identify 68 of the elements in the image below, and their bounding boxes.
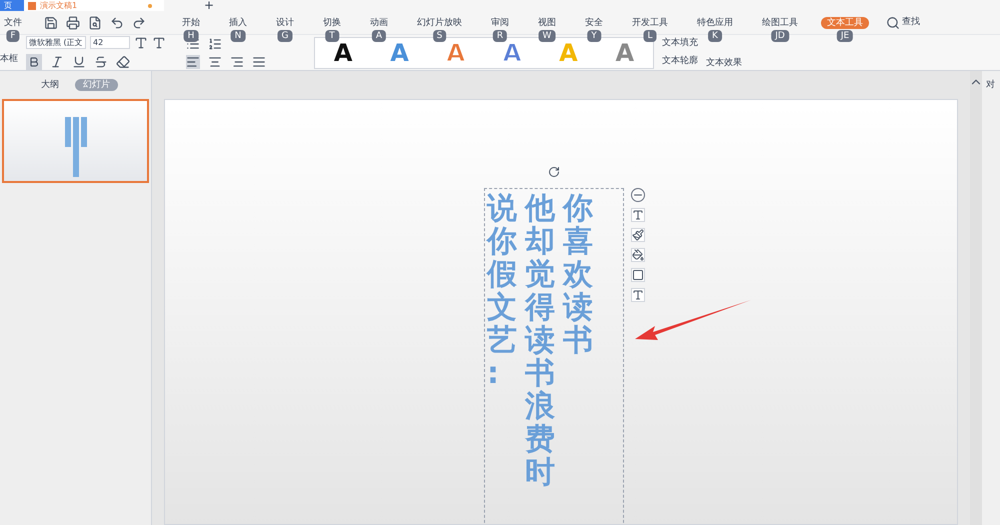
print-icon[interactable] <box>66 16 80 30</box>
ribbon-tab[interactable]: 插入 <box>223 16 253 28</box>
redo-icon[interactable] <box>132 16 146 30</box>
ribbon-tab[interactable]: 审阅 <box>485 16 515 28</box>
pen-icon[interactable] <box>631 228 645 242</box>
file-menu[interactable]: 文件 <box>4 16 22 28</box>
font-field[interactable]: 微软雅黑 (正文 <box>26 36 86 49</box>
ribbon-tab[interactable]: 绘图工具 <box>756 16 804 28</box>
collapse-icon[interactable] <box>631 188 645 202</box>
align-center-icon[interactable] <box>208 54 222 68</box>
vertical-text: 你喜欢读书 <box>563 192 593 360</box>
align-left-icon[interactable] <box>186 54 200 68</box>
panel-label: 对 <box>986 80 995 90</box>
underline-icon[interactable] <box>72 54 86 68</box>
key-tip: W <box>538 30 556 42</box>
key-tip: H <box>184 30 198 42</box>
vertical-text: 说你假文艺: <box>487 192 517 393</box>
key-tip: L <box>644 30 656 42</box>
ribbon-tab[interactable]: 动画 <box>364 16 394 28</box>
key-tip: A <box>372 30 386 42</box>
new-tab-button[interactable]: + <box>204 0 214 11</box>
justify-icon[interactable] <box>252 54 266 68</box>
tab-label: 演示文稿1 <box>40 2 78 10</box>
key-tip: K <box>708 30 722 42</box>
key-tip: R <box>492 30 508 42</box>
fill-icon[interactable] <box>631 248 645 262</box>
numbered-list-icon[interactable] <box>208 36 222 50</box>
key-tip: G <box>278 30 292 42</box>
italic-icon[interactable] <box>50 54 64 68</box>
ribbon-tab[interactable]: 切换 <box>317 16 347 28</box>
key-tip: F <box>6 30 20 42</box>
size-field[interactable]: 42 <box>90 36 130 49</box>
rotate-handle-icon[interactable] <box>548 166 560 178</box>
key-tip: N <box>230 30 246 42</box>
key-tip: JE <box>836 30 854 42</box>
ribbon-tab[interactable]: 开发工具 <box>626 16 674 28</box>
align-right-icon[interactable] <box>230 54 244 68</box>
search-icon[interactable] <box>886 16 900 30</box>
frame-icon[interactable] <box>631 268 645 282</box>
key-tip: T <box>325 30 339 42</box>
panel-tab[interactable]: 大纲 <box>33 79 67 91</box>
key-tip: JD <box>771 30 789 42</box>
save-icon[interactable] <box>44 16 58 30</box>
bold-button[interactable] <box>26 54 42 70</box>
eraser-icon[interactable] <box>116 54 130 68</box>
ribbon-tab[interactable]: 设计 <box>270 16 300 28</box>
ribbon-tab[interactable]: 安全 <box>579 16 609 28</box>
ribbon-tab[interactable]: 幻灯片放映 <box>411 16 468 28</box>
ribbon-tab[interactable]: 特色应用 <box>691 16 739 28</box>
selected-textbox[interactable] <box>484 188 624 524</box>
tab-label: 页 <box>4 2 12 10</box>
document-tab[interactable]: 页 <box>0 0 24 11</box>
preview-icon[interactable] <box>88 16 102 30</box>
text-outline-menu[interactable]: 文本轮廓 <box>662 54 698 68</box>
ribbon-tab[interactable]: 视图 <box>532 16 562 28</box>
bold-icon <box>28 56 40 68</box>
undo-icon[interactable] <box>110 16 124 30</box>
text-fill-menu[interactable]: 文本填充 <box>662 37 698 50</box>
arrow-icon <box>635 298 751 343</box>
search-label[interactable]: 查找 <box>902 16 920 30</box>
textbox-label[interactable]: 本框 <box>0 52 18 66</box>
key-tip: Y <box>587 30 601 42</box>
ribbon-tab[interactable]: 开始 <box>176 16 206 28</box>
text-effect-menu[interactable]: 文本效果 <box>706 56 742 70</box>
slide-thumbnail[interactable] <box>2 99 149 183</box>
vertical-text: 他却觉得读书浪费时 <box>525 192 555 489</box>
strikethrough-icon[interactable] <box>94 54 108 68</box>
key-tip: S <box>432 30 446 42</box>
